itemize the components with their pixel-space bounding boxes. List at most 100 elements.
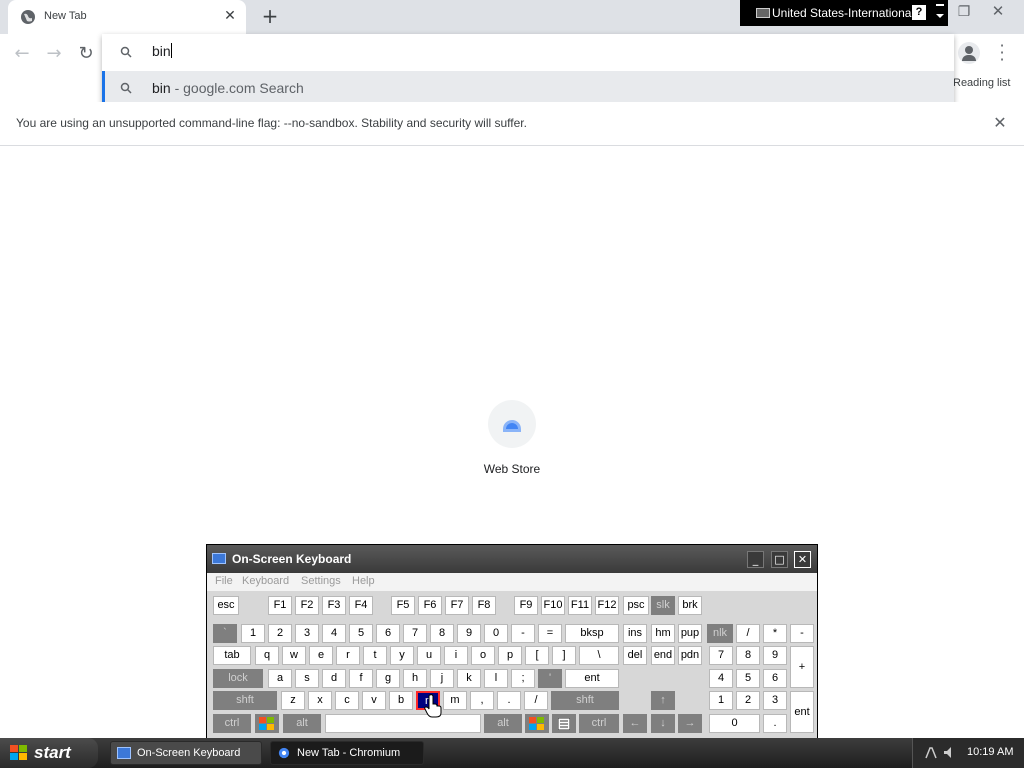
key-c[interactable]: c	[335, 691, 359, 710]
menu-help[interactable]: Help	[352, 575, 375, 587]
key-comma[interactable]: ,	[470, 691, 494, 710]
key-space[interactable]	[325, 714, 481, 733]
key-slk[interactable]: slk	[651, 596, 675, 615]
new-tab-button[interactable]: +	[260, 6, 280, 26]
key-right-alt[interactable]: alt	[484, 714, 522, 733]
key-numpad-slash[interactable]: /	[736, 624, 760, 643]
key-4[interactable]: 4	[322, 624, 346, 643]
windows-logo-icon[interactable]	[525, 714, 549, 733]
key-f3[interactable]: F3	[322, 596, 346, 615]
key-i[interactable]: i	[444, 646, 468, 665]
key-tab[interactable]: tab	[213, 646, 251, 665]
chevron-down-icon[interactable]	[936, 14, 944, 18]
web-store-shortcut[interactable]: Web Store	[466, 398, 558, 488]
key-backtick[interactable]: `	[213, 624, 237, 643]
close-window-button[interactable]: ✕	[988, 2, 1008, 22]
key-numpad-0[interactable]: 0	[709, 714, 760, 733]
key-6[interactable]: 6	[376, 624, 400, 643]
key-f11[interactable]: F11	[568, 596, 592, 615]
key-t[interactable]: t	[363, 646, 387, 665]
key-f6[interactable]: F6	[418, 596, 442, 615]
context-menu-icon[interactable]	[552, 714, 576, 733]
menu-dots-icon[interactable]: · · ·	[996, 38, 1008, 68]
key-delete[interactable]: del	[623, 646, 647, 665]
taskbar-item-chromium[interactable]: New Tab - Chromium	[270, 741, 424, 765]
key-l[interactable]: l	[484, 669, 508, 688]
minimize-button[interactable]: _	[747, 551, 764, 568]
key-b[interactable]: b	[389, 691, 413, 710]
reading-list-button[interactable]: Reading list	[953, 77, 1010, 89]
key-5[interactable]: 5	[349, 624, 373, 643]
key-e[interactable]: e	[309, 646, 333, 665]
key-y[interactable]: y	[390, 646, 414, 665]
key-caps-lock[interactable]: lock	[213, 669, 263, 688]
key-num-lock[interactable]: nlk	[707, 624, 733, 643]
minimize-icon[interactable]	[936, 4, 944, 6]
restore-window-button[interactable]: ❐	[954, 4, 974, 22]
volume-icon[interactable]	[943, 746, 955, 759]
key-arrow-down[interactable]: ↓	[651, 714, 675, 733]
key-o[interactable]: o	[471, 646, 495, 665]
key-insert[interactable]: ins	[623, 624, 647, 643]
menu-file[interactable]: File	[215, 575, 233, 587]
key-v[interactable]: v	[362, 691, 386, 710]
key-right-bracket[interactable]: ]	[552, 646, 576, 665]
back-arrow-icon[interactable]: ←	[10, 42, 34, 66]
profile-icon[interactable]	[958, 42, 980, 64]
key-brk[interactable]: brk	[678, 596, 702, 615]
close-icon[interactable]: ✕	[990, 113, 1010, 133]
key-s[interactable]: s	[295, 669, 319, 688]
key-1[interactable]: 1	[241, 624, 265, 643]
key-numpad-4[interactable]: 4	[709, 669, 733, 688]
key-z[interactable]: z	[281, 691, 305, 710]
key-w[interactable]: w	[282, 646, 306, 665]
key-arrow-right[interactable]: →	[678, 714, 702, 733]
key-m[interactable]: m	[443, 691, 467, 710]
maximize-button[interactable]: □	[771, 551, 788, 568]
key-end[interactable]: end	[651, 646, 675, 665]
key-enter[interactable]: ent	[565, 669, 619, 688]
key-slash[interactable]: /	[524, 691, 548, 710]
key-f1[interactable]: F1	[268, 596, 292, 615]
key-arrow-up[interactable]: ↑	[651, 691, 675, 710]
key-f5[interactable]: F5	[391, 596, 415, 615]
key-g[interactable]: g	[376, 669, 400, 688]
key-numpad-plus[interactable]: +	[790, 646, 814, 688]
tab-close-icon[interactable]: ✕	[222, 8, 238, 24]
key-numpad-enter[interactable]: ent	[790, 691, 814, 733]
key-minus[interactable]: -	[511, 624, 535, 643]
network-icon[interactable]	[925, 746, 937, 759]
key-7[interactable]: 7	[403, 624, 427, 643]
key-quote[interactable]: '	[538, 669, 562, 688]
key-numpad-6[interactable]: 6	[763, 669, 787, 688]
key-q[interactable]: q	[255, 646, 279, 665]
key-numpad-5[interactable]: 5	[736, 669, 760, 688]
key-numpad-minus[interactable]: -	[790, 624, 814, 643]
key-f9[interactable]: F9	[514, 596, 538, 615]
key-k[interactable]: k	[457, 669, 481, 688]
close-button[interactable]: ✕	[794, 551, 811, 568]
menu-settings[interactable]: Settings	[301, 575, 341, 587]
key-f7[interactable]: F7	[445, 596, 469, 615]
key-2[interactable]: 2	[268, 624, 292, 643]
key-numpad-1[interactable]: 1	[709, 691, 733, 710]
key-x[interactable]: x	[308, 691, 332, 710]
key-p[interactable]: p	[498, 646, 522, 665]
key-f8[interactable]: F8	[472, 596, 496, 615]
key-semicolon[interactable]: ;	[511, 669, 535, 688]
key-home[interactable]: hm	[651, 624, 675, 643]
key-right-shift[interactable]: shft	[551, 691, 619, 710]
osk-titlebar[interactable]: On-Screen Keyboard _ □ ✕	[207, 545, 817, 573]
key-left-alt[interactable]: alt	[283, 714, 321, 733]
key-backspace[interactable]: bksp	[565, 624, 619, 643]
key-period[interactable]: .	[497, 691, 521, 710]
key-arrow-left[interactable]: ←	[623, 714, 647, 733]
key-r[interactable]: r	[336, 646, 360, 665]
key-9[interactable]: 9	[457, 624, 481, 643]
key-f2[interactable]: F2	[295, 596, 319, 615]
menu-keyboard[interactable]: Keyboard	[242, 575, 289, 587]
key-0[interactable]: 0	[484, 624, 508, 643]
key-a[interactable]: a	[268, 669, 292, 688]
taskbar-item-on-screen-keyboard[interactable]: On-Screen Keyboard	[110, 741, 262, 765]
help-icon[interactable]: ?	[912, 5, 926, 20]
